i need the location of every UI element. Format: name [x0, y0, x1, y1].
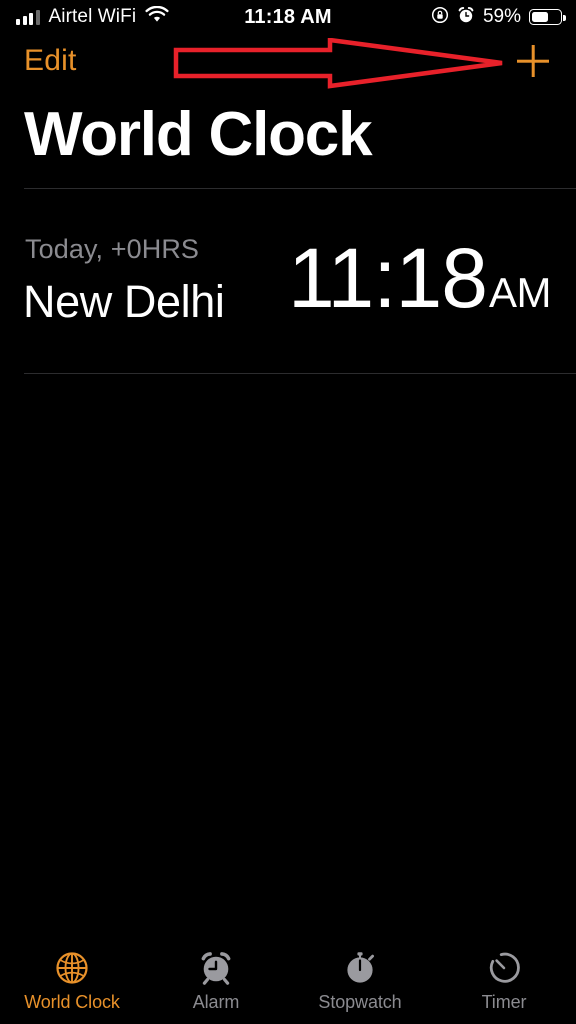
rotation-lock-icon [431, 6, 449, 29]
tab-bar: World Clock Alarm Stopwatch Timer [0, 936, 576, 1024]
clock-time-group: 11:18 AM [288, 236, 551, 320]
world-clock-row[interactable]: Today, +0HRS New Delhi 11:18 AM [0, 200, 576, 370]
alarm-clock-icon [194, 946, 238, 990]
page-title: World Clock [24, 100, 373, 169]
clock-city-label: New Delhi [23, 276, 225, 327]
status-bar: Airtel WiFi 11:18 AM 59% [0, 0, 576, 34]
stopwatch-icon [338, 946, 382, 990]
battery-icon [529, 9, 566, 25]
navigation-bar: Edit [0, 38, 576, 88]
alarm-indicator-icon [457, 6, 475, 29]
tab-label-timer: Timer [481, 992, 527, 1012]
tab-label-alarm: Alarm [192, 992, 240, 1012]
plus-icon[interactable] [512, 40, 554, 82]
divider-top [24, 188, 576, 189]
tab-timer[interactable]: Timer [432, 936, 576, 1024]
tab-label-stopwatch: Stopwatch [318, 992, 402, 1012]
clock-meridiem-label: AM [489, 269, 552, 316]
battery-percent-label: 59% [482, 6, 521, 27]
timer-icon [482, 946, 526, 990]
tab-alarm[interactable]: Alarm [144, 936, 288, 1024]
globe-icon [50, 946, 94, 990]
status-bar-right: 59% [431, 6, 566, 29]
tab-world-clock[interactable]: World Clock [0, 936, 144, 1024]
clock-time-label: 11:18 [288, 231, 488, 325]
tab-stopwatch[interactable]: Stopwatch [288, 936, 432, 1024]
divider-bottom [24, 373, 576, 374]
edit-button[interactable]: Edit [24, 44, 77, 78]
tab-label-world-clock: World Clock [24, 992, 120, 1012]
clock-app-screen: Airtel WiFi 11:18 AM 59% Edit World Cloc… [0, 0, 576, 1024]
clock-offset-label: Today, +0HRS [25, 234, 200, 264]
